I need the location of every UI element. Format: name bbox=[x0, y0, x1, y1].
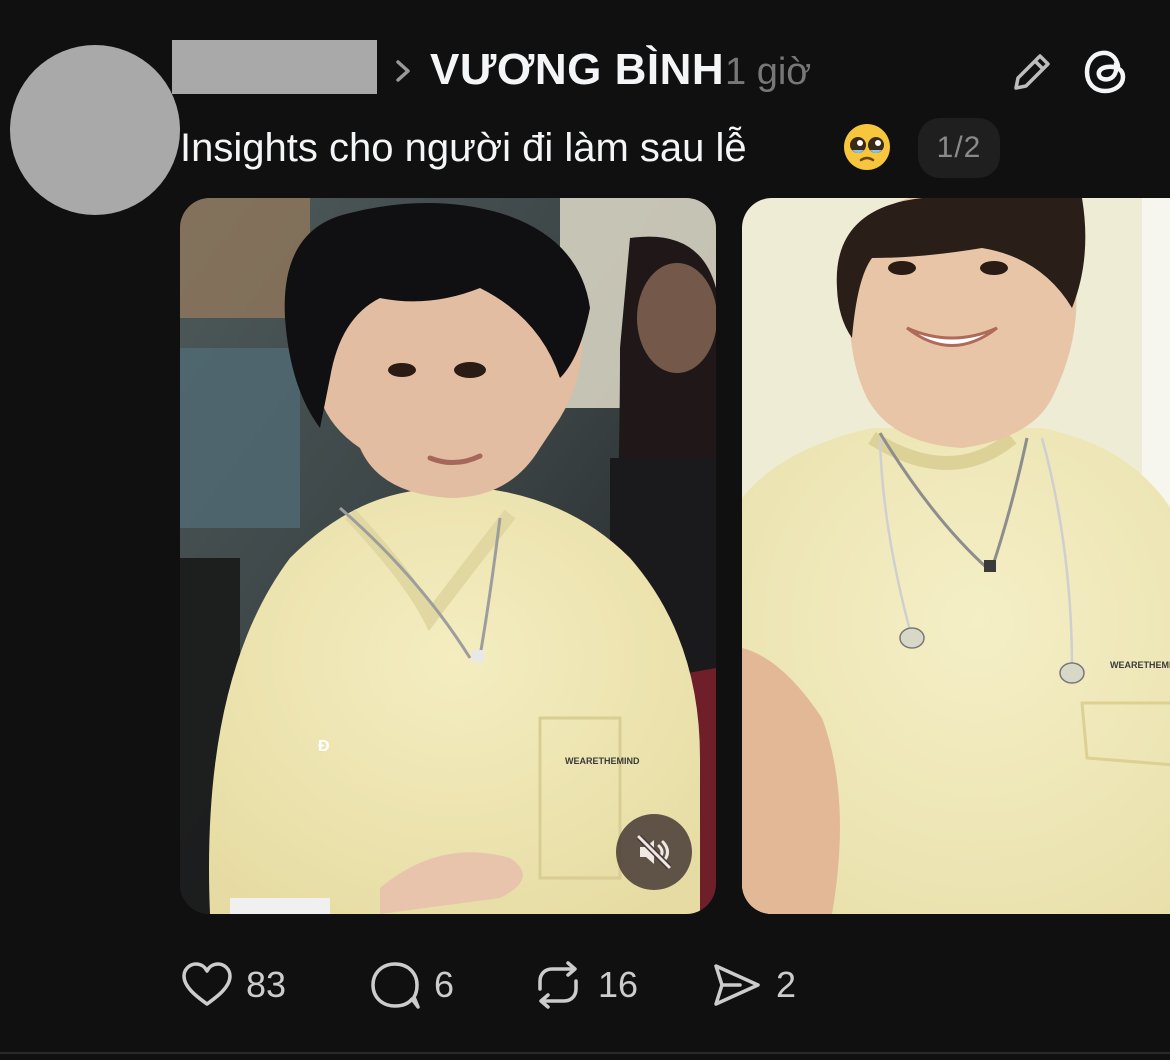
threads-logo-icon[interactable] bbox=[1082, 44, 1132, 98]
pleading-face-emoji bbox=[844, 124, 890, 170]
post-divider bbox=[0, 1052, 1170, 1054]
reply-count: 6 bbox=[434, 964, 455, 1005]
shirt-text-2: WEARETHEMIND bbox=[1110, 660, 1170, 670]
reply-button[interactable]: 6 bbox=[368, 950, 454, 1020]
share-button[interactable]: 2 bbox=[710, 950, 796, 1020]
send-icon bbox=[714, 964, 760, 1006]
media-photo-2[interactable]: WEARETHEMIND bbox=[742, 198, 1170, 914]
comment-icon bbox=[371, 962, 420, 1009]
chevron-right-icon bbox=[396, 60, 410, 82]
repost-icon bbox=[538, 961, 578, 1009]
media-photo-1[interactable]: WEARETHEMIND Đ bbox=[180, 198, 716, 914]
thread-post: VƯƠNG BÌNH 1 giờ Insights cho người đi l… bbox=[0, 0, 1170, 1060]
post-time: 1 giờ bbox=[725, 51, 812, 93]
media-counter: 1/2 bbox=[918, 118, 1000, 178]
shirt-text-1: WEARETHEMIND bbox=[565, 756, 640, 766]
mute-toggle-button[interactable] bbox=[616, 814, 692, 890]
post-caption: Insights cho người đi làm sau lễ bbox=[180, 126, 747, 170]
avatar[interactable] bbox=[10, 45, 180, 215]
muted-speaker-icon bbox=[636, 834, 672, 870]
repost-button[interactable]: 16 bbox=[530, 950, 638, 1020]
share-count: 2 bbox=[776, 964, 797, 1005]
photo-2-illustration: WEARETHEMIND bbox=[742, 198, 1170, 914]
media-carousel[interactable]: WEARETHEMIND Đ WEARETHEM bbox=[180, 198, 1170, 914]
photo-1-illustration: WEARETHEMIND Đ bbox=[180, 198, 716, 914]
repost-count: 16 bbox=[598, 964, 639, 1005]
like-count: 83 bbox=[246, 964, 287, 1005]
watermark-glyph: Đ bbox=[318, 738, 330, 755]
community-name[interactable]: VƯƠNG BÌNH bbox=[430, 40, 724, 100]
like-button[interactable]: 83 bbox=[180, 950, 286, 1020]
pencil-icon[interactable] bbox=[1008, 48, 1056, 96]
username-redacted[interactable] bbox=[172, 40, 377, 94]
heart-icon bbox=[182, 962, 232, 1006]
